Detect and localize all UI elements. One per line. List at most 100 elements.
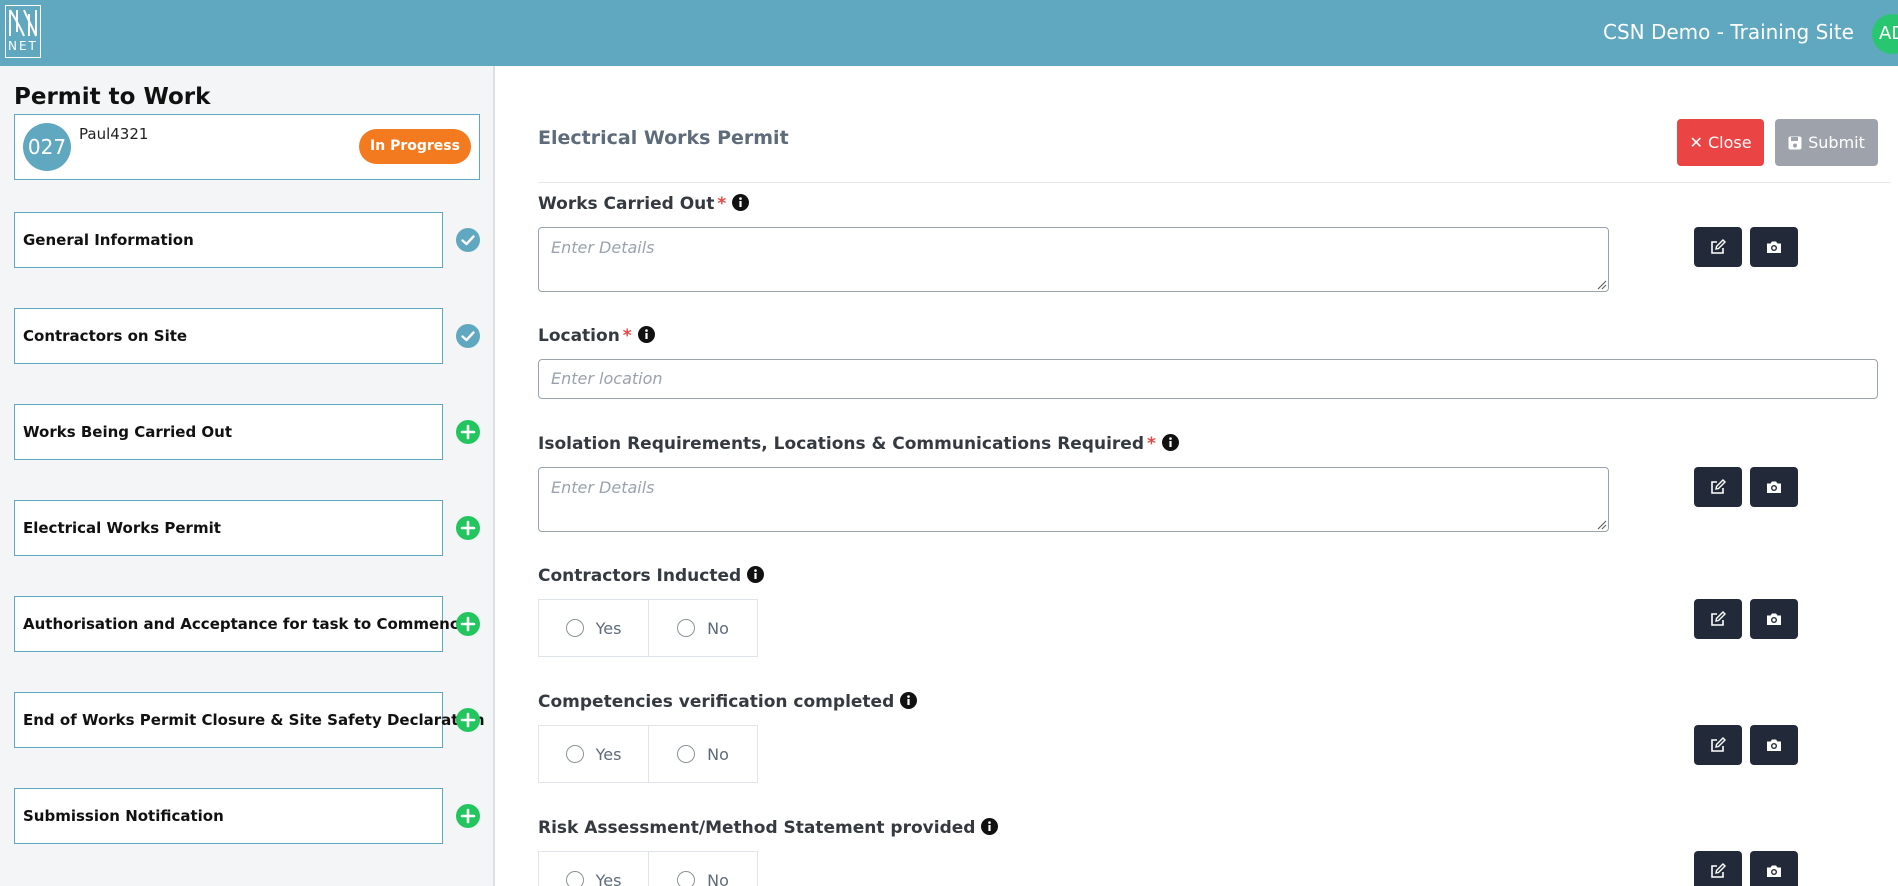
isolation-placeholder: Enter Details: [551, 478, 655, 497]
radio-label: Yes: [595, 618, 622, 638]
main-panel: Electrical Works Permit ✕ Close Submit W…: [514, 82, 1898, 886]
radio-button[interactable]: [677, 619, 696, 637]
camera-button[interactable]: [1750, 725, 1798, 765]
competencies-label: Competencies verification completed: [538, 692, 918, 712]
radio-option-no[interactable]: No: [648, 726, 757, 782]
radio-button[interactable]: [565, 871, 584, 886]
contractors-inducted-label: Contractors Inducted: [538, 566, 765, 586]
edit-button[interactable]: [1694, 851, 1742, 886]
risk-assessment-label-text: Risk Assessment/Method Statement provide…: [538, 818, 976, 838]
logo[interactable]: NET: [5, 5, 41, 58]
header-divider: [538, 182, 1890, 183]
edit-button[interactable]: [1694, 467, 1742, 507]
location-placeholder: Enter location: [551, 369, 663, 388]
sidebar-item-contractors-on-site[interactable]: Contractors on Site: [14, 308, 443, 364]
check-circle-icon: [456, 324, 480, 348]
permit-card: 027 Paul4321 In Progress: [14, 114, 480, 180]
edit-icon: [1711, 863, 1726, 878]
sidebar: Permit to Work 027 Paul4321 In Progress …: [0, 66, 495, 886]
radio-label: No: [707, 618, 729, 638]
info-icon[interactable]: [747, 566, 765, 583]
camera-button[interactable]: [1750, 227, 1798, 267]
status-badge: In Progress: [359, 129, 471, 164]
info-icon[interactable]: [637, 326, 655, 343]
sidebar-item-works-being-carried-out[interactable]: Works Being Carried Out: [14, 404, 443, 460]
required-marker: *: [622, 326, 632, 346]
submit-button[interactable]: Submit: [1775, 119, 1878, 166]
contractors-inducted-label-text: Contractors Inducted: [538, 566, 742, 586]
logo-text: NET: [8, 39, 38, 53]
radio-button[interactable]: [677, 745, 696, 763]
radio-label: Yes: [595, 870, 622, 886]
works-carried-out-textarea[interactable]: Enter Details: [538, 227, 1609, 292]
radio-option-yes[interactable]: Yes: [539, 852, 648, 886]
site-name[interactable]: CSN Demo - Training Site: [1603, 20, 1854, 44]
radio-option-no[interactable]: No: [648, 600, 757, 656]
radio-label: No: [707, 870, 729, 886]
info-icon[interactable]: [900, 692, 918, 709]
camera-button[interactable]: [1750, 851, 1798, 886]
radio-button[interactable]: [677, 871, 696, 886]
sidebar-title: Permit to Work: [14, 84, 211, 110]
edit-button[interactable]: [1694, 227, 1742, 267]
radio-button[interactable]: [565, 745, 584, 763]
sidebar-item-general-information[interactable]: General Information: [14, 212, 443, 268]
submit-label: Submit: [1808, 133, 1865, 152]
radio-label: No: [707, 744, 729, 764]
info-icon[interactable]: [732, 194, 750, 211]
sidebar-item-submission-notification[interactable]: Submission Notification: [14, 788, 443, 844]
edit-button[interactable]: [1694, 599, 1742, 639]
permit-user: Paul4321: [79, 125, 149, 143]
close-label: Close: [1707, 133, 1752, 152]
edit-button[interactable]: [1694, 725, 1742, 765]
plus-circle-icon[interactable]: [456, 516, 480, 540]
edit-icon: [1711, 611, 1726, 626]
works-carried-out-placeholder: Enter Details: [551, 238, 655, 257]
risk-assessment-radio-group: Yes No: [538, 851, 758, 886]
works-carried-out-label: Works Carried Out *: [538, 194, 750, 214]
camera-icon: [1767, 613, 1781, 625]
radio-label: Yes: [595, 744, 622, 764]
risk-assessment-label: Risk Assessment/Method Statement provide…: [538, 818, 999, 838]
plus-circle-icon[interactable]: [456, 420, 480, 444]
camera-icon: [1767, 739, 1781, 751]
sidebar-item-authorisation[interactable]: Authorisation and Acceptance for task to…: [14, 596, 469, 652]
info-icon[interactable]: [1161, 434, 1179, 451]
radio-option-no[interactable]: No: [648, 852, 757, 886]
competencies-label-text: Competencies verification completed: [538, 692, 895, 712]
required-marker: *: [1147, 434, 1156, 454]
camera-button[interactable]: [1750, 467, 1798, 507]
edit-icon: [1711, 479, 1726, 494]
plus-circle-icon[interactable]: [456, 804, 480, 828]
edit-icon: [1711, 239, 1726, 254]
camera-icon: [1767, 481, 1781, 493]
close-button[interactable]: ✕ Close: [1677, 119, 1764, 166]
radio-option-yes[interactable]: Yes: [539, 726, 648, 782]
isolation-label-text: Isolation Requirements, Locations & Comm…: [538, 434, 1144, 454]
works-carried-out-label-text: Works Carried Out: [538, 194, 715, 214]
radio-button[interactable]: [565, 619, 584, 637]
radio-option-yes[interactable]: Yes: [539, 600, 648, 656]
camera-icon: [1767, 865, 1781, 877]
top-bar: NET CSN Demo - Training Site AD: [0, 0, 1898, 66]
plus-circle-icon[interactable]: [456, 708, 480, 732]
location-label-text: Location: [538, 326, 620, 346]
page-title: Electrical Works Permit: [538, 127, 789, 149]
sidebar-item-end-of-works[interactable]: End of Works Permit Closure & Site Safet…: [14, 692, 485, 748]
close-icon: ✕: [1689, 133, 1703, 152]
sidebar-item-electrical-works-permit[interactable]: Electrical Works Permit: [14, 500, 443, 556]
permit-number-badge: 027: [23, 123, 71, 171]
camera-button[interactable]: [1750, 599, 1798, 639]
location-input[interactable]: Enter location: [538, 359, 1878, 399]
required-marker: *: [717, 194, 727, 214]
check-circle-icon: [456, 228, 480, 252]
save-icon: [1788, 121, 1802, 168]
info-icon[interactable]: [981, 818, 999, 835]
isolation-textarea[interactable]: Enter Details: [538, 467, 1609, 532]
edit-icon: [1711, 737, 1726, 752]
competencies-radio-group: Yes No: [538, 725, 758, 783]
user-avatar[interactable]: AD: [1872, 14, 1898, 54]
isolation-label: Isolation Requirements, Locations & Comm…: [538, 434, 1179, 454]
contractors-inducted-radio-group: Yes No: [538, 599, 758, 657]
plus-circle-icon[interactable]: [456, 612, 480, 636]
